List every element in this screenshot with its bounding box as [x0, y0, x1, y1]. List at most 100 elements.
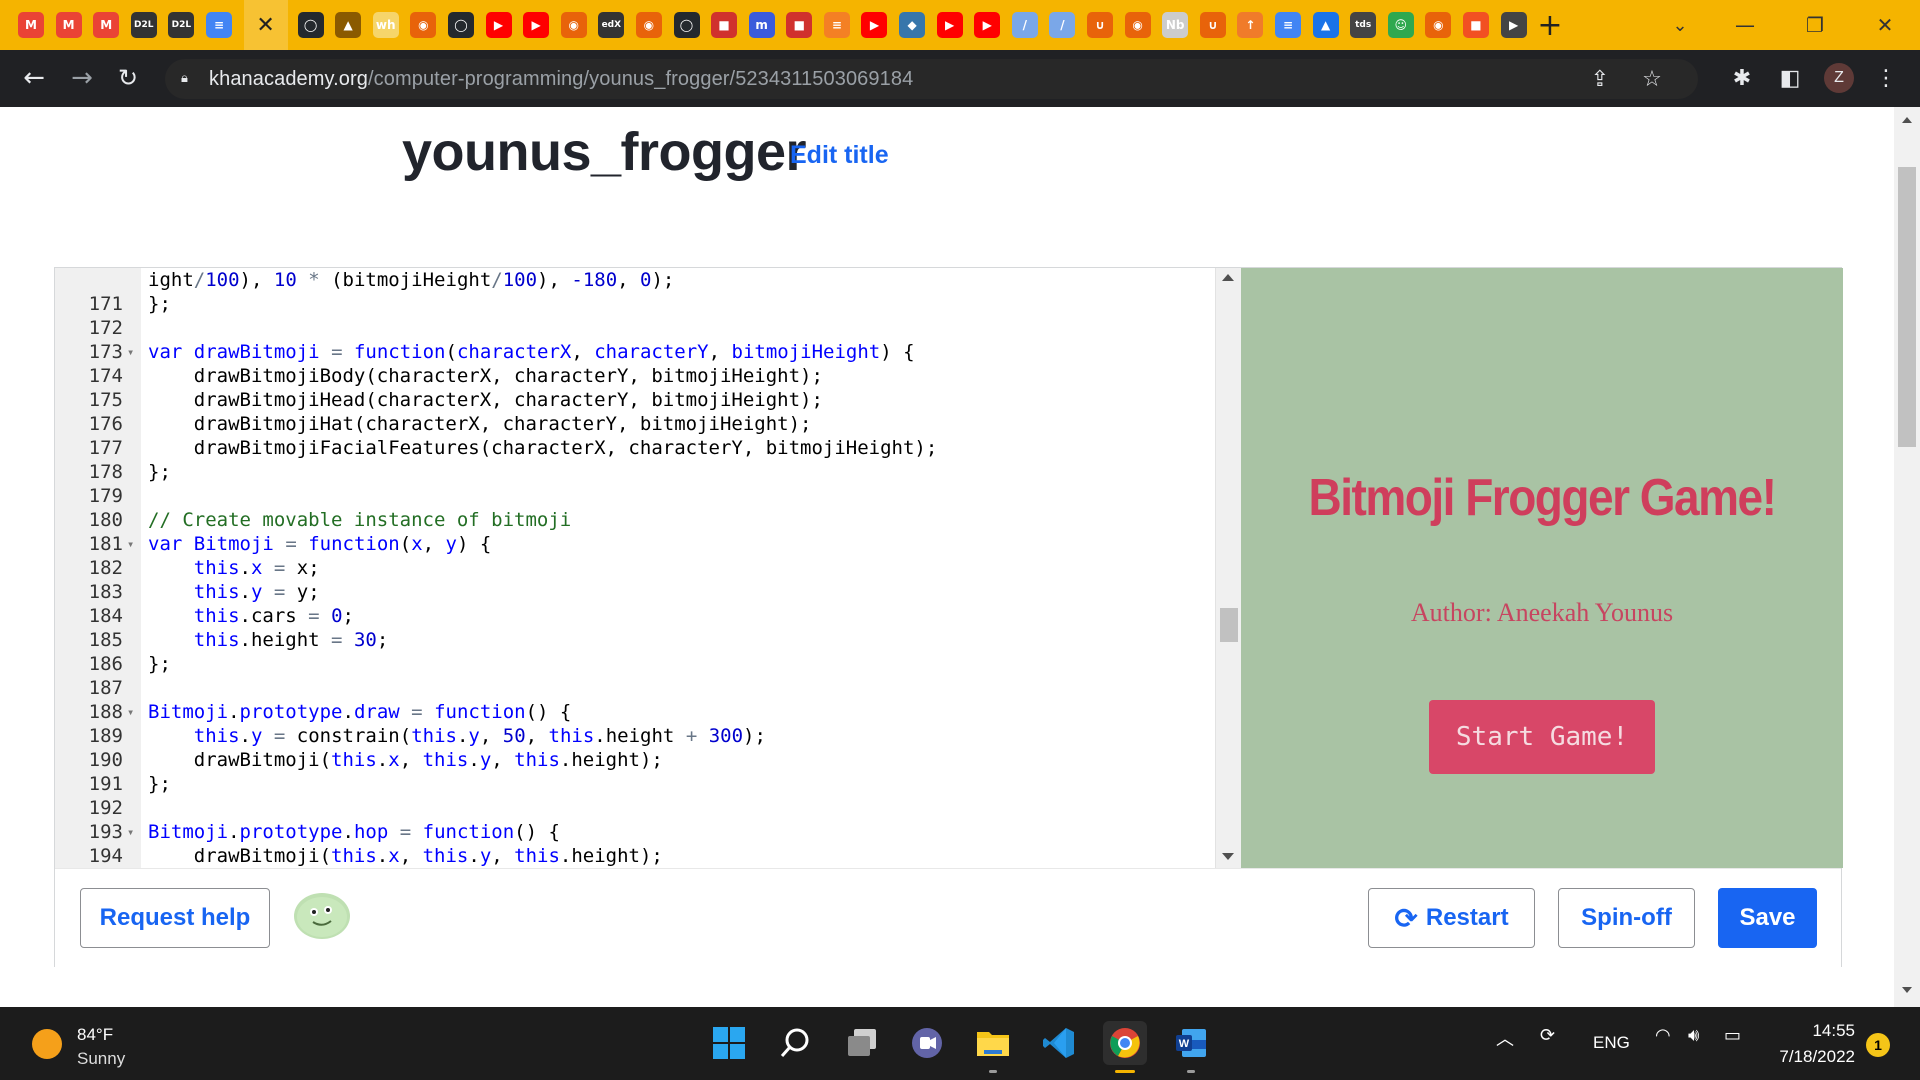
code-line[interactable]: 180 // Create movable instance of bitmoji [55, 508, 1241, 532]
url-text[interactable]: khanacademy.org/computer-programming/you… [209, 68, 913, 91]
pen-icon[interactable]: / [1011, 12, 1038, 38]
gmail-icon[interactable]: M [93, 12, 120, 38]
edx-icon[interactable]: edX [598, 12, 625, 38]
program-output-canvas[interactable]: Bitmoji Frogger Game! Author: Aneekah Yo… [1241, 268, 1843, 868]
github-icon[interactable]: ◯ [447, 12, 474, 38]
tds-icon[interactable]: tds [1350, 12, 1377, 38]
start-game-button[interactable]: Start Game! [1429, 700, 1655, 774]
youtube-icon[interactable]: ▶ [974, 12, 1001, 38]
task-view-icon[interactable] [840, 1021, 884, 1065]
code-line[interactable]: 173 ▾ var drawBitmoji = function(character… [55, 340, 1241, 364]
wifi-icon[interactable]: ◠ [1655, 1025, 1671, 1046]
code-line[interactable]: 191}; [55, 772, 1241, 796]
word-icon[interactable]: W [1169, 1021, 1213, 1073]
code-line[interactable]: 184 this.cars = 0; [55, 604, 1241, 628]
chrome-icon[interactable]: ◉ [635, 12, 662, 38]
youtube-icon[interactable]: ▶ [485, 12, 512, 38]
reload-icon[interactable]: ↻ [108, 58, 148, 98]
scrollbar-thumb[interactable] [1220, 608, 1238, 642]
m-icon[interactable]: m [748, 12, 775, 38]
gmail-icon[interactable]: M [55, 12, 82, 38]
d2l-icon[interactable]: D2L [168, 12, 195, 38]
smiley-icon[interactable]: ☺ [1387, 12, 1414, 38]
code-line[interactable]: 174 drawBitmojiBody(characterX, characte… [55, 364, 1241, 388]
sun-weather-icon[interactable] [32, 1029, 62, 1059]
code-line[interactable]: 172 [55, 316, 1241, 340]
d2l-icon[interactable]: D2L [130, 12, 157, 38]
battery-icon[interactable]: ▭ [1724, 1025, 1741, 1046]
github-icon[interactable]: ◯ [673, 12, 700, 38]
microsoft-icon[interactable]: ■ [1462, 12, 1489, 38]
new-tab-button[interactable]: + [1535, 6, 1565, 44]
code-line[interactable]: 181 ▾ var Bitmoji = function(x, y) { [55, 532, 1241, 556]
clock-time[interactable]: 14:55 [1775, 1021, 1855, 1041]
code-line[interactable]: 186}; [55, 652, 1241, 676]
page-scroll-up-icon[interactable] [1902, 117, 1912, 123]
windows-start-icon[interactable] [707, 1021, 751, 1065]
drive-icon[interactable]: ▲ [335, 12, 362, 38]
chrome-icon[interactable]: ◉ [1425, 12, 1452, 38]
page-scroll-down-icon[interactable] [1902, 987, 1912, 993]
youtube-icon[interactable]: ▶ [936, 12, 963, 38]
tab-search-chevron-icon[interactable]: ⌄ [1665, 10, 1695, 40]
share-icon[interactable]: ⇪ [1580, 59, 1620, 99]
loop-icon[interactable]: ∪ [1199, 12, 1226, 38]
youtube-icon[interactable]: ▶ [523, 12, 550, 38]
side-panel-icon[interactable]: ◧ [1770, 58, 1810, 98]
arrow-icon[interactable]: ↑ [1237, 12, 1264, 38]
avatar-blob-icon[interactable] [293, 888, 351, 940]
weather-temperature[interactable]: 84°F [77, 1025, 113, 1045]
file-explorer-icon[interactable] [971, 1021, 1015, 1073]
scroll-up-arrow-icon[interactable] [1222, 274, 1234, 281]
notification-badge[interactable]: 1 [1866, 1033, 1890, 1057]
chrome-icon[interactable] [1103, 1021, 1147, 1073]
fold-arrow-icon[interactable]: ▾ [127, 700, 134, 724]
code-line[interactable]: 185 this.height = 30; [55, 628, 1241, 652]
app-icon[interactable]: ■ [786, 12, 813, 38]
python-icon[interactable]: ◆ [899, 12, 926, 38]
editor-scrollbar[interactable] [1215, 268, 1241, 868]
code-line[interactable]: 182 this.x = x; [55, 556, 1241, 580]
vscode-icon[interactable] [1037, 1021, 1081, 1065]
code-line[interactable]: 189 this.y = constrain(this.y, 50, this.… [55, 724, 1241, 748]
language-indicator[interactable]: ENG [1593, 1033, 1630, 1053]
code-line[interactable]: 193 ▾ Bitmoji.prototype.hop = function() { [55, 820, 1241, 844]
save-button[interactable]: Save [1718, 888, 1817, 948]
clock-date[interactable]: 7/18/2022 [1750, 1047, 1855, 1067]
chrome-icon[interactable]: ◉ [410, 12, 437, 38]
code-line[interactable]: 175 drawBitmojiHead(characterX, characte… [55, 388, 1241, 412]
flask-icon[interactable]: ▲ [1312, 12, 1339, 38]
code-line[interactable]: 192 [55, 796, 1241, 820]
bookmark-star-icon[interactable]: ☆ [1632, 59, 1672, 99]
minimize-icon[interactable]: — [1710, 0, 1780, 50]
google-docs-icon[interactable]: ≡ [1275, 12, 1301, 38]
code-line[interactable]: 194 drawBitmoji(this.x, this.y, this.hei… [55, 844, 1241, 868]
youtube-icon[interactable]: ▶ [861, 12, 888, 38]
active-tab-close-icon[interactable]: ✕ [243, 0, 288, 50]
profile-avatar[interactable]: Z [1824, 63, 1854, 93]
gmail-icon[interactable]: M [18, 12, 44, 38]
forward-icon[interactable]: ▶ [1500, 12, 1527, 38]
code-line[interactable]: 183 this.y = y; [55, 580, 1241, 604]
page-scrollbar[interactable] [1894, 107, 1920, 1007]
pen-icon[interactable]: / [1049, 12, 1076, 38]
browser-menu-icon[interactable]: ⋮ [1866, 58, 1906, 98]
code-editor[interactable]: ight/100), 10 * (bitmojiHeight/100), -18… [55, 268, 1241, 868]
code-line[interactable]: ight/100), 10 * (bitmojiHeight/100), -18… [55, 268, 1241, 292]
code-line[interactable]: 177 drawBitmojiFacialFeatures(characterX… [55, 436, 1241, 460]
request-help-button[interactable]: Request help [80, 888, 270, 948]
weather-description[interactable]: Sunny [77, 1049, 125, 1069]
code-line[interactable]: 176 drawBitmojiHat(characterX, character… [55, 412, 1241, 436]
extensions-puzzle-icon[interactable]: ✱ [1722, 58, 1762, 98]
scroll-down-arrow-icon[interactable] [1222, 853, 1234, 860]
spin-off-button[interactable]: Spin-off [1558, 888, 1695, 948]
code-line[interactable]: 171}; [55, 292, 1241, 316]
address-bar[interactable]: 🔒︎ khanacademy.org/computer-programming/… [165, 59, 1698, 99]
code-line[interactable]: 187 [55, 676, 1241, 700]
search-icon[interactable] [773, 1021, 817, 1065]
chrome-icon[interactable]: ◉ [560, 12, 587, 38]
code-line[interactable]: 178}; [55, 460, 1241, 484]
google-docs-icon[interactable]: ≡ [205, 12, 232, 38]
chrome-icon[interactable]: ◉ [1124, 12, 1151, 38]
volume-icon[interactable]: 🔊︎ [1688, 1025, 1699, 1046]
